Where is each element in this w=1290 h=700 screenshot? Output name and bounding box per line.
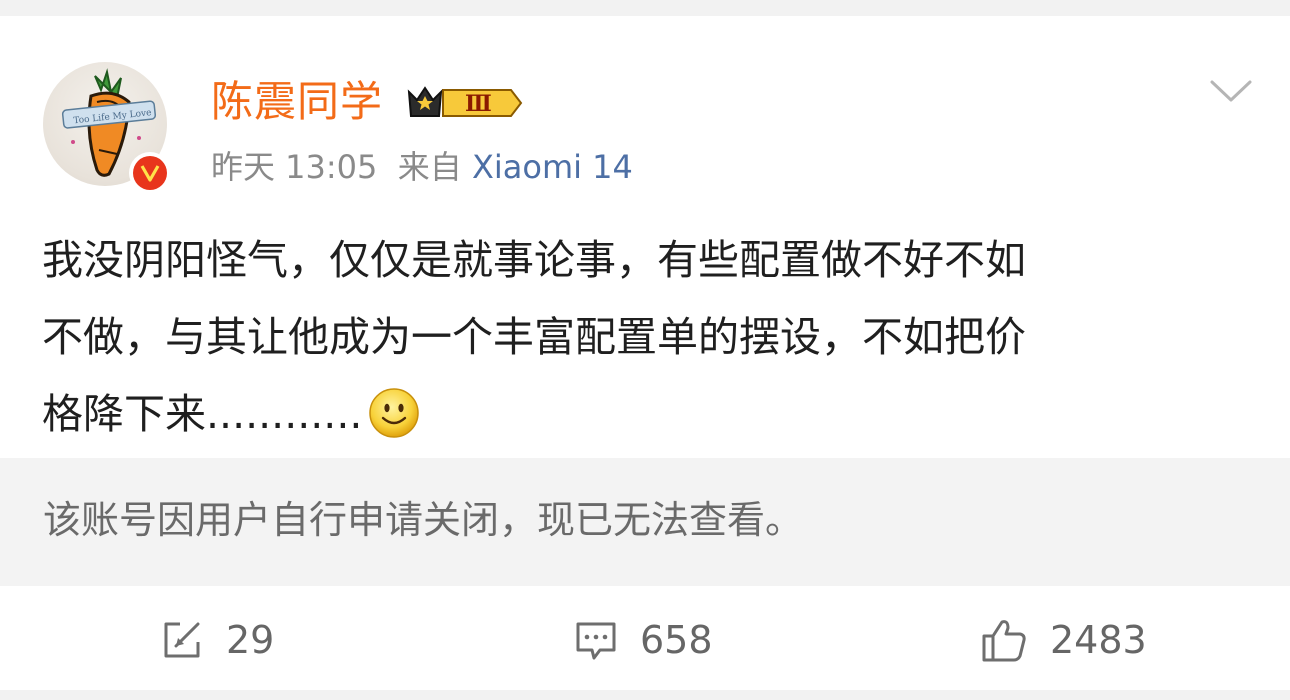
post-meta: 昨天 13:05 来自 Xiaomi 14 [211, 146, 633, 188]
content-line: 我没阴阳怪气，仅仅是就事论事，有些配置做不好不如 [42, 236, 1026, 284]
repost-button[interactable]: 29 [160, 612, 274, 668]
like-count: 2483 [1050, 618, 1147, 662]
source-prefix: 来自 [397, 148, 462, 186]
content-line: 格降下来............ [42, 390, 363, 438]
like-icon [982, 620, 1026, 662]
content-line-last: 格降下来............ [42, 376, 1242, 453]
content-line: 不做，与其让他成为一个丰富配置单的摆设，不如把价 [42, 313, 1026, 361]
top-separator [0, 0, 1290, 16]
account-closed-notice: 该账号因用户自行申请关闭，现已无法查看。 [0, 458, 1290, 586]
repost-count: 29 [226, 618, 275, 662]
vip-level: Ⅲ [465, 91, 492, 117]
chevron-down-icon[interactable] [1208, 76, 1254, 106]
device-link[interactable]: Xiaomi 14 [472, 148, 633, 186]
like-button[interactable]: 2483 [980, 612, 1147, 668]
comment-count: 658 [640, 618, 713, 662]
repost-icon [164, 622, 200, 658]
comment-button[interactable]: 658 [574, 612, 713, 668]
post-time: 昨天 13:05 [211, 148, 378, 186]
post-content: 我没阴阳怪气，仅仅是就事论事，有些配置做不好不如 不做，与其让他成为一个丰富配置… [42, 222, 1242, 453]
bottom-separator [0, 690, 1290, 700]
smile-emoji [368, 387, 420, 439]
author-name[interactable]: 陈震同学 [211, 76, 383, 128]
verified-icon [133, 156, 167, 190]
vip-crown-icon[interactable]: Ⅲ [405, 82, 523, 124]
notice-text: 该账号因用户自行申请关闭，现已无法查看。 [43, 498, 804, 542]
comment-icon [576, 622, 616, 660]
verified-badge [129, 152, 171, 194]
